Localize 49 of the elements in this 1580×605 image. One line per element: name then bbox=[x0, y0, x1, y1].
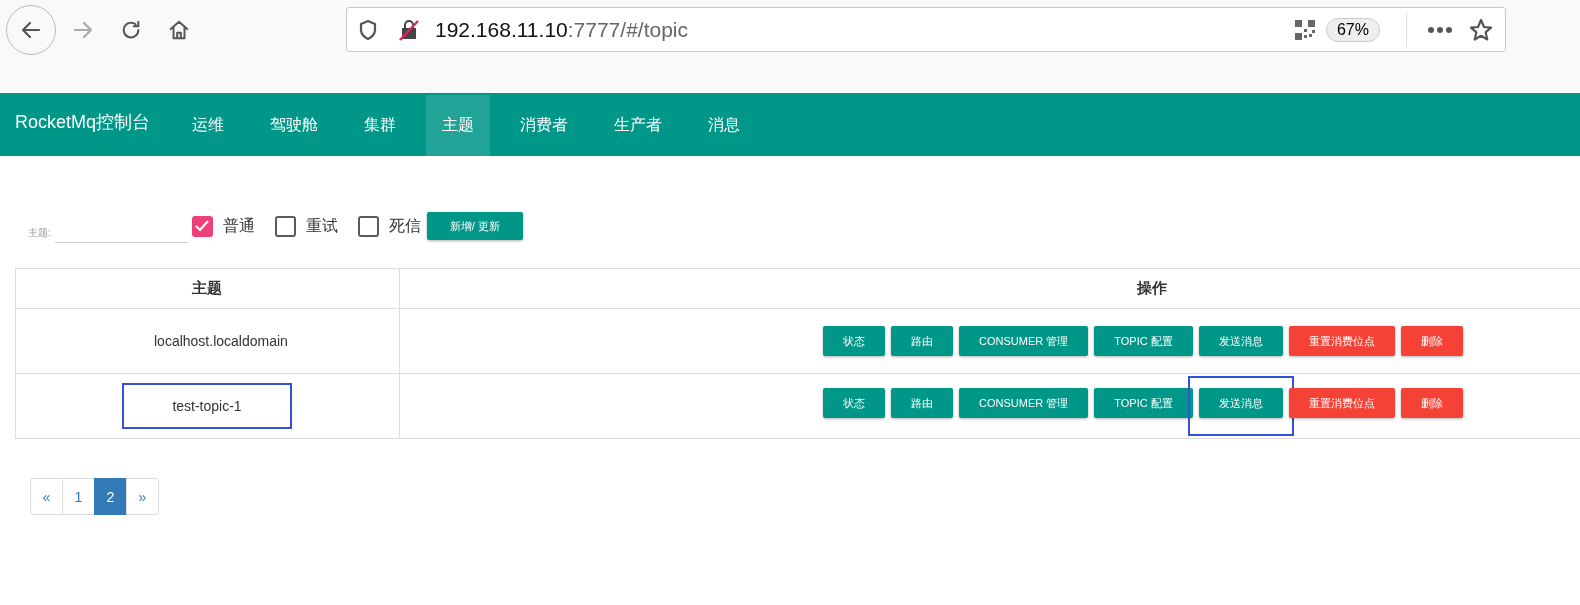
action-button[interactable]: 发送消息 bbox=[1198, 388, 1283, 418]
qr-code-icon[interactable] bbox=[1293, 18, 1316, 41]
url-text: 192.168.11.10:7777/#/topic bbox=[435, 17, 689, 42]
shield-icon bbox=[359, 19, 377, 40]
checkbox-label: 重试 bbox=[305, 215, 338, 236]
more-icon[interactable] bbox=[1427, 25, 1453, 34]
topic-label: 主题: bbox=[28, 226, 51, 240]
action-button[interactable]: 重置消费位点 bbox=[1288, 388, 1395, 418]
topic-name: test-topic-1 bbox=[122, 383, 292, 429]
action-button[interactable]: 发送消息 bbox=[1198, 326, 1283, 356]
nav-item[interactable]: 运维 bbox=[176, 95, 241, 156]
topic-name: localhost.localdomain bbox=[153, 332, 289, 351]
home-icon bbox=[168, 19, 190, 41]
checkbox-label: 普通 bbox=[222, 215, 255, 236]
column-header: 操作 bbox=[399, 268, 1580, 309]
checkbox[interactable] bbox=[274, 215, 296, 237]
zoom-level[interactable]: 67% bbox=[1325, 17, 1380, 42]
star-icon[interactable] bbox=[1469, 17, 1493, 42]
brand-title[interactable]: RocketMq控制台 bbox=[15, 109, 151, 134]
nav-item[interactable]: 主题 bbox=[426, 95, 491, 156]
action-button[interactable]: 路由 bbox=[891, 326, 953, 356]
checkbox[interactable] bbox=[357, 215, 379, 237]
action-button[interactable]: CONSUMER 管理 bbox=[959, 388, 1089, 418]
action-button[interactable]: 状态 bbox=[823, 326, 885, 356]
action-button[interactable]: 重置消费位点 bbox=[1288, 326, 1395, 356]
add-update-button[interactable]: 新增/ 更新 bbox=[426, 212, 523, 240]
insecure-lock-icon bbox=[399, 18, 419, 41]
reload-icon bbox=[120, 19, 142, 41]
action-button[interactable]: CONSUMER 管理 bbox=[959, 326, 1089, 356]
back-button[interactable] bbox=[6, 5, 56, 55]
nav-item[interactable]: 消费者 bbox=[504, 95, 585, 156]
nav-item[interactable]: 消息 bbox=[692, 95, 757, 156]
checkbox[interactable] bbox=[191, 215, 213, 237]
nav-item[interactable]: 集群 bbox=[348, 95, 413, 156]
action-button[interactable]: 删除 bbox=[1400, 326, 1463, 356]
action-button[interactable]: 路由 bbox=[891, 388, 953, 418]
column-header: 主题 bbox=[15, 268, 400, 309]
action-button[interactable]: 状态 bbox=[823, 388, 885, 418]
previous-page-link[interactable]: « bbox=[30, 478, 63, 515]
action-button[interactable]: 删除 bbox=[1400, 388, 1463, 418]
address-bar[interactable]: 192.168.11.10:7777/#/topic 67% bbox=[346, 7, 1506, 52]
action-button[interactable]: TOPIC 配置 bbox=[1094, 388, 1193, 418]
nav-item[interactable]: 生产者 bbox=[598, 95, 679, 156]
page-link[interactable]: 2 bbox=[94, 478, 127, 515]
page-link[interactable]: 1 bbox=[62, 478, 95, 515]
nav-item[interactable]: 驾驶舱 bbox=[254, 95, 335, 156]
action-button[interactable]: TOPIC 配置 bbox=[1094, 326, 1193, 356]
next-page-link[interactable]: » bbox=[126, 478, 159, 515]
checkbox-label: 死信 bbox=[388, 215, 421, 236]
